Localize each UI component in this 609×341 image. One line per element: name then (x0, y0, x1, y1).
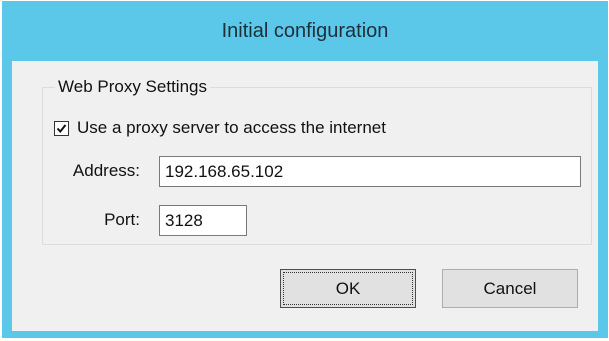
dialog-title: Initial configuration (221, 20, 389, 42)
group-legend: Web Proxy Settings (55, 76, 210, 98)
use-proxy-checkbox-row[interactable]: Use a proxy server to access the interne… (54, 118, 386, 138)
dialog-window: Initial configuration Web Proxy Settings… (2, 1, 608, 338)
port-input[interactable]: 3128 (159, 205, 247, 236)
port-label: Port: (104, 210, 140, 229)
use-proxy-label: Use a proxy server to access the interne… (77, 118, 386, 137)
cancel-button[interactable]: Cancel (442, 269, 578, 308)
dialog-client-area: Web Proxy Settings Use a proxy server to… (12, 61, 598, 331)
address-input[interactable]: 192.168.65.102 (159, 156, 581, 187)
ok-button-label: OK (335, 279, 361, 298)
address-label: Address: (72, 161, 140, 180)
ok-button[interactable]: OK (280, 269, 416, 308)
use-proxy-checkbox[interactable] (54, 120, 69, 136)
web-proxy-settings-group: Web Proxy Settings Use a proxy server to… (42, 76, 592, 245)
checkmark-icon (56, 123, 67, 133)
cancel-button-label: Cancel (483, 279, 537, 298)
